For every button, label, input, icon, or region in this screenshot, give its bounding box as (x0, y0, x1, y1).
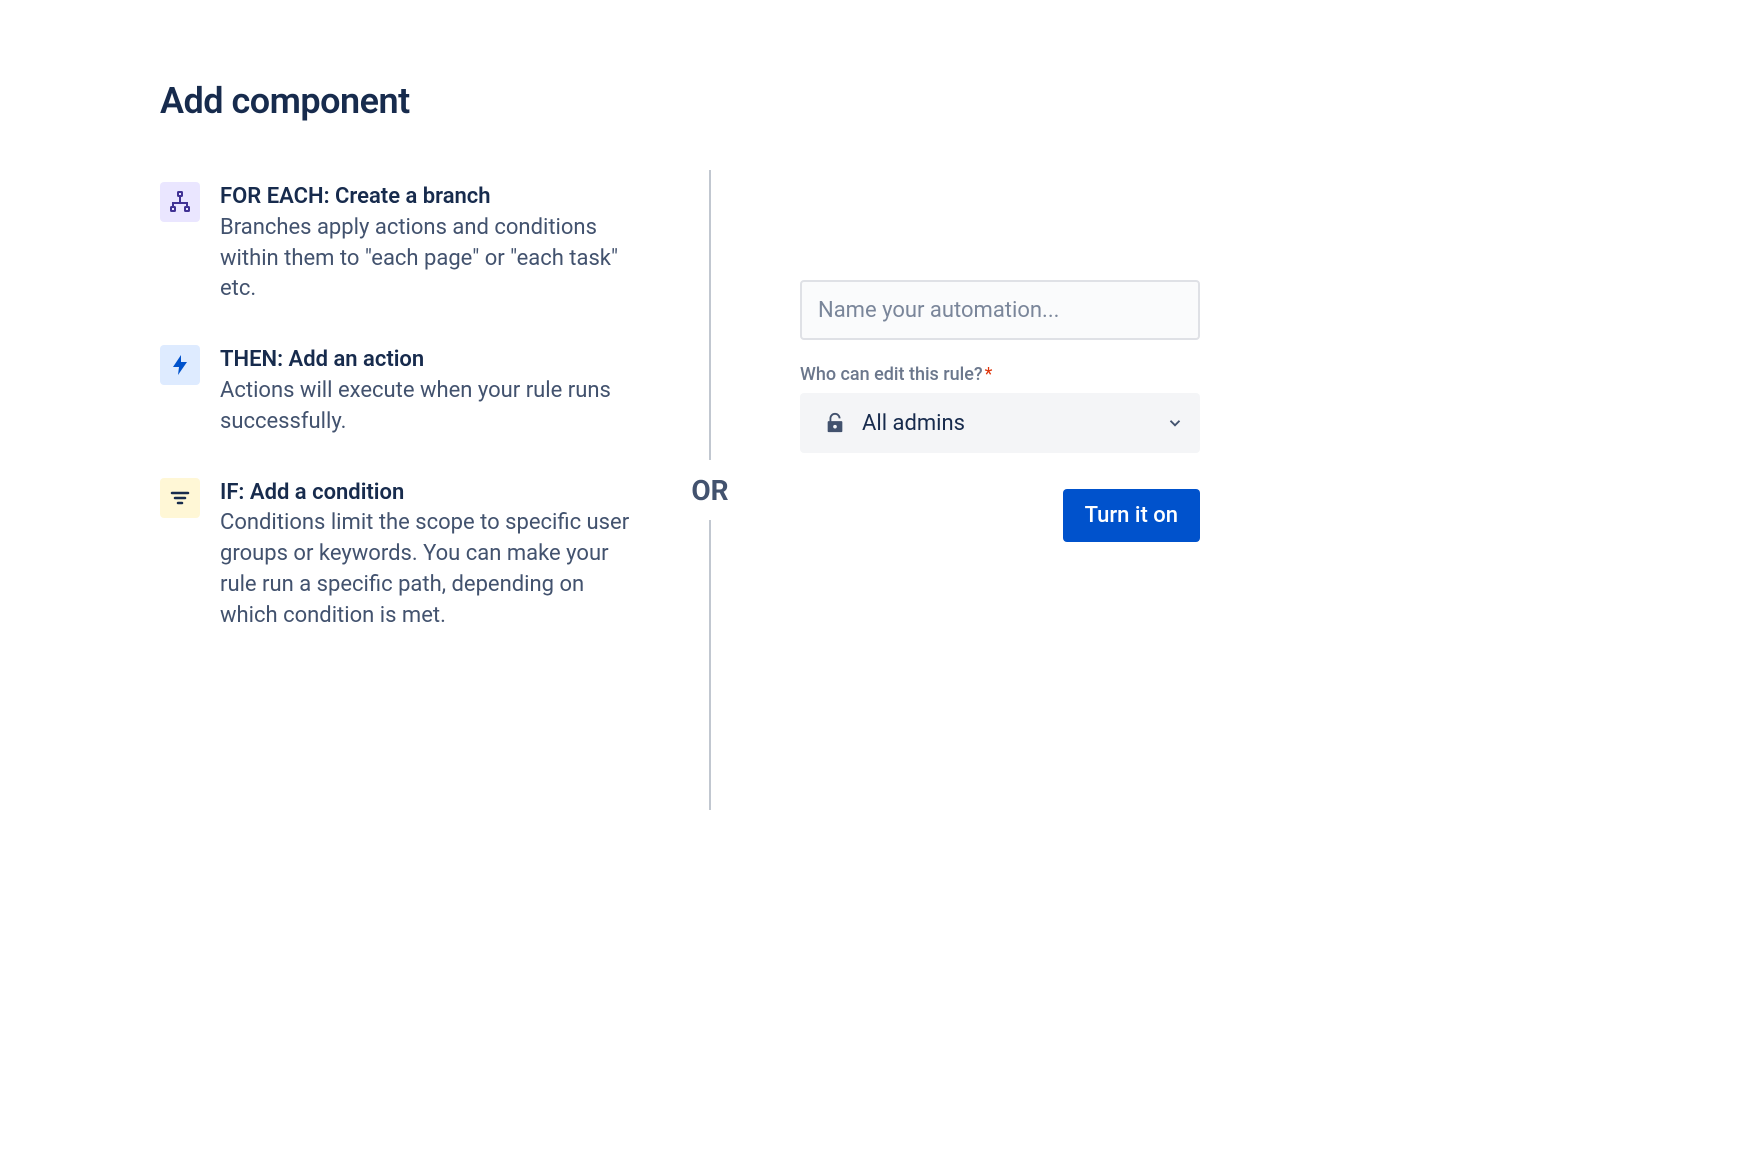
component-title: THEN: Add an action (220, 345, 640, 376)
page-title: Add component (160, 80, 640, 122)
automation-form: Who can edit this rule?* All admins Turn… (780, 80, 1200, 542)
automation-name-input[interactable] (800, 280, 1200, 340)
edit-permission-label: Who can edit this rule? (800, 364, 983, 385)
turn-it-on-button[interactable]: Turn it on (1063, 489, 1200, 542)
required-indicator: * (985, 364, 993, 385)
component-branch[interactable]: FOR EACH: Create a branch Branches apply… (160, 182, 640, 305)
add-component-panel: Add component FOR EACH: Create a branch … (160, 80, 640, 632)
chevron-down-icon (1166, 414, 1184, 432)
branch-icon (160, 182, 200, 222)
component-list: FOR EACH: Create a branch Branches apply… (160, 182, 640, 632)
or-label: OR (691, 466, 728, 515)
unlock-icon (824, 412, 846, 434)
component-title: IF: Add a condition (220, 478, 640, 509)
lightning-icon (160, 345, 200, 385)
component-title: FOR EACH: Create a branch (220, 182, 640, 213)
component-desc: Actions will execute when your rule runs… (220, 376, 640, 438)
divider-line (709, 520, 711, 810)
component-desc: Branches apply actions and conditions wi… (220, 213, 640, 305)
component-desc: Conditions limit the scope to specific u… (220, 508, 640, 631)
component-condition[interactable]: IF: Add a condition Conditions limit the… (160, 478, 640, 632)
edit-permission-select[interactable]: All admins (800, 393, 1200, 453)
select-value: All admins (862, 411, 1150, 436)
divider-line (709, 170, 711, 460)
component-action[interactable]: THEN: Add an action Actions will execute… (160, 345, 640, 437)
or-divider: OR (640, 170, 780, 810)
filter-icon (160, 478, 200, 518)
